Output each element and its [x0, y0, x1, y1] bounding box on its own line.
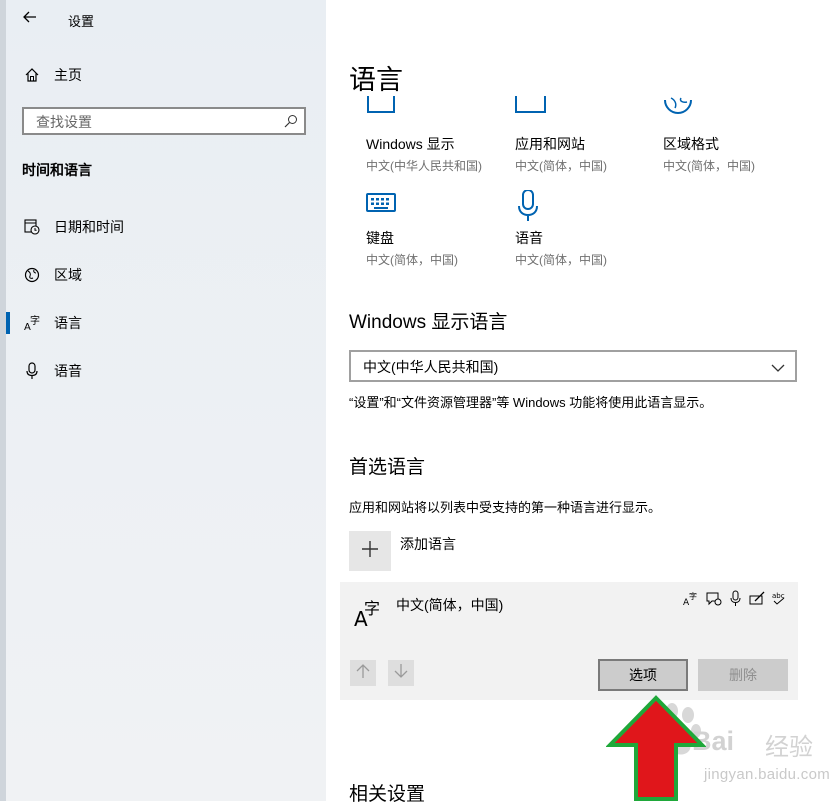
- tile-name: Windows 显示: [366, 136, 455, 152]
- region-format-icon: [663, 96, 803, 132]
- keyboard-icon: [366, 190, 506, 226]
- svg-text:字: 字: [30, 314, 40, 327]
- microphone-icon: [727, 590, 744, 607]
- tile-name: 语音: [515, 230, 543, 246]
- related-settings-heading: 相关设置: [349, 784, 426, 805]
- back-arrow-icon[interactable]: [22, 9, 40, 27]
- tile-regional-format[interactable]: 区域格式 中文(简体，中国): [663, 96, 803, 174]
- sidebar-item-region[interactable]: 区域: [22, 264, 82, 286]
- sidebar-item-date-time[interactable]: 日期和时间: [22, 216, 124, 238]
- svg-text:字: 字: [364, 599, 380, 618]
- display-language-select[interactable]: 中文(中华人民共和国): [349, 350, 797, 382]
- spellcheck-icon: abc: [771, 590, 788, 607]
- tile-keyboard[interactable]: 键盘 中文(简体，中国): [366, 190, 506, 268]
- sidebar-item-speech[interactable]: 语音: [22, 360, 82, 382]
- language-item[interactable]: A字 中文(简体，中国) A字 abc 选项 删除: [340, 582, 798, 700]
- window-edge: [0, 0, 6, 801]
- add-language-button[interactable]: [349, 531, 391, 571]
- sidebar-item-label: 日期和时间: [54, 219, 124, 235]
- svg-text:字: 字: [689, 591, 697, 601]
- remove-button[interactable]: 删除: [698, 659, 788, 691]
- app-window-icon: [515, 96, 655, 132]
- language-glyph-icon: A字: [354, 596, 386, 631]
- language-icon: A字: [22, 313, 42, 333]
- section-heading: 时间和语言: [22, 162, 92, 178]
- tile-name: 键盘: [366, 230, 394, 246]
- home-icon: [22, 65, 42, 85]
- active-indicator: [6, 312, 10, 334]
- language-name: 中文(简体，中国): [396, 597, 504, 613]
- display-language-note: “设置”和“文件资源管理器”等 Windows 功能将使用此语言显示。: [349, 395, 713, 410]
- options-button[interactable]: 选项: [598, 659, 688, 691]
- arrow-up-icon: [356, 663, 370, 684]
- move-up-button[interactable]: [350, 660, 376, 686]
- page-title: 语言: [349, 65, 403, 95]
- handwriting-icon: [749, 590, 766, 607]
- search-icon[interactable]: [284, 114, 298, 133]
- sidebar: 设置 主页 时间和语言 日期和时间 区域 A字 语言 语音: [0, 0, 326, 801]
- monitor-icon: [366, 96, 506, 132]
- tile-subtitle: 中文(简体，中国): [515, 159, 607, 173]
- search-box[interactable]: [22, 107, 306, 135]
- speech-icon: [705, 590, 722, 607]
- annotation-arrow-icon: [605, 695, 707, 806]
- globe-icon: [22, 265, 42, 285]
- sidebar-item-label: 区域: [54, 267, 82, 283]
- sidebar-item-label: 语言: [54, 315, 82, 331]
- preferred-languages-description: 应用和网站将以列表中受支持的第一种语言进行显示。: [349, 500, 662, 515]
- tile-subtitle: 中文(简体，中国): [366, 253, 458, 267]
- watermark-cn: 经验: [765, 733, 813, 761]
- add-language-label[interactable]: 添加语言: [400, 534, 456, 554]
- watermark-url: jingyan.baidu.com: [704, 766, 831, 783]
- app-title: 设置: [68, 14, 95, 29]
- move-down-button[interactable]: [388, 660, 414, 686]
- sidebar-item-label: 语音: [54, 363, 82, 379]
- plus-icon: [361, 540, 379, 563]
- display-language-heading: Windows 显示语言: [349, 312, 508, 333]
- language-features: A字 abc: [683, 590, 788, 607]
- microphone-icon: [515, 189, 655, 226]
- tile-windows-display[interactable]: Windows 显示 中文(中华人民共和国): [366, 96, 506, 174]
- sidebar-item-label: 主页: [54, 67, 82, 83]
- tile-apps-websites[interactable]: 应用和网站 中文(简体，中国): [515, 96, 655, 174]
- tile-subtitle: 中文(简体，中国): [663, 159, 755, 173]
- display-language-icon: A字: [683, 590, 700, 607]
- arrow-down-icon: [394, 663, 408, 684]
- tile-speech[interactable]: 语音 中文(简体，中国): [515, 189, 655, 268]
- tile-name: 区域格式: [663, 136, 719, 152]
- tile-subtitle: 中文(简体，中国): [515, 253, 607, 267]
- calendar-clock-icon: [22, 217, 42, 237]
- selected-value: 中文(中华人民共和国): [363, 359, 499, 375]
- sidebar-item-language[interactable]: A字 语言: [22, 312, 82, 334]
- search-input[interactable]: [34, 113, 278, 131]
- sidebar-item-home[interactable]: 主页: [22, 64, 82, 86]
- microphone-icon: [22, 361, 42, 381]
- chevron-down-icon: [771, 360, 785, 378]
- preferred-languages-heading: 首选语言: [349, 457, 426, 478]
- tile-subtitle: 中文(中华人民共和国): [366, 159, 482, 173]
- tile-name: 应用和网站: [515, 136, 585, 152]
